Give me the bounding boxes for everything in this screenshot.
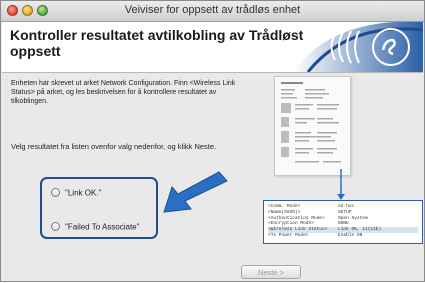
pointer-arrow-icon [163, 171, 228, 213]
connector-arrowhead-icon [337, 194, 345, 200]
next-button[interactable]: Neste > [241, 265, 301, 279]
setup-window: Veiviser for oppsett av trådløs enhet Ko… [0, 0, 425, 282]
annotation-overlay [163, 169, 345, 213]
